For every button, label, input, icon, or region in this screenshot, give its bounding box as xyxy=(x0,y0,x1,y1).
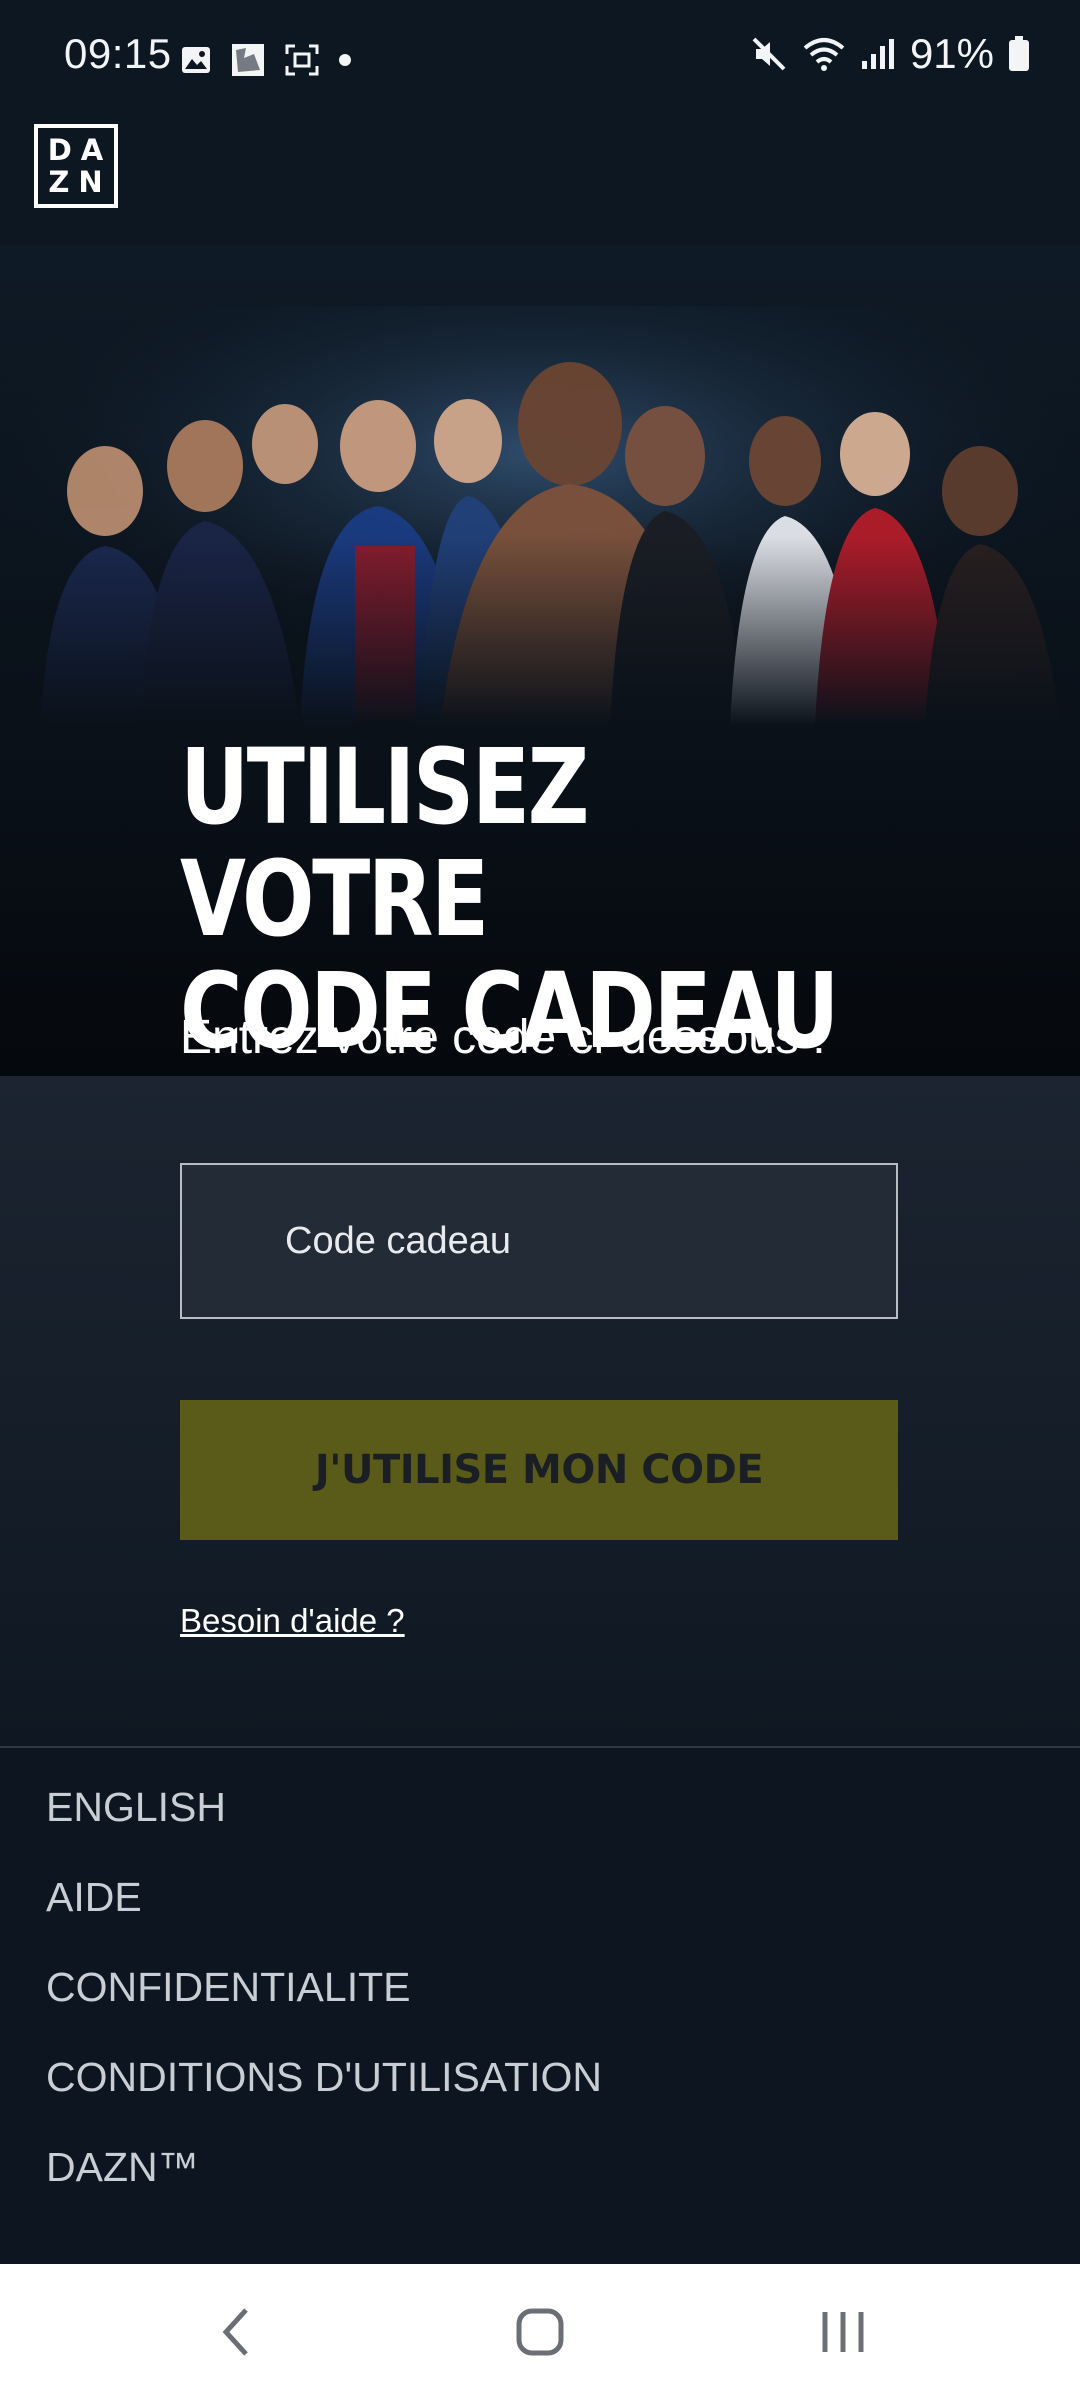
redeem-code-button[interactable]: J'UTILISE MON CODE xyxy=(180,1400,898,1540)
signal-icon xyxy=(861,39,894,69)
recents-icon xyxy=(822,2312,864,2352)
status-notification-icons xyxy=(180,40,352,80)
gift-code-form: J'UTILISE MON CODE Besoin d'aide ? xyxy=(0,1076,1080,1746)
system-navigation-bar xyxy=(0,2264,1080,2400)
mute-icon xyxy=(752,37,786,71)
app-header: DA ZN xyxy=(0,122,1080,246)
recents-button[interactable] xyxy=(803,2300,883,2364)
image-icon xyxy=(182,47,210,73)
screenshot-icon xyxy=(285,44,319,76)
footer-link-terms[interactable]: CONDITIONS D'UTILISATION xyxy=(46,2054,602,2101)
gallery-icon xyxy=(232,44,264,76)
status-system-icons: 91% xyxy=(750,30,1030,78)
battery-percentage: 91% xyxy=(909,30,994,77)
dazn-logo[interactable]: DA ZN xyxy=(34,124,118,208)
logo-line1: DA xyxy=(47,133,113,167)
battery-icon xyxy=(1009,36,1029,71)
home-icon xyxy=(516,2308,564,2356)
dot-icon xyxy=(339,54,351,66)
footer-link-help[interactable]: AIDE xyxy=(46,1874,142,1921)
athletes-banner-image xyxy=(0,306,1080,726)
wifi-icon xyxy=(803,38,845,71)
status-bar: 09:15 91% xyxy=(0,0,1080,122)
home-button[interactable] xyxy=(500,2300,580,2364)
footer-link-privacy[interactable]: CONFIDENTIALITE xyxy=(46,1964,410,2011)
footer-link-english[interactable]: ENGLISH xyxy=(46,1784,226,1831)
help-link[interactable]: Besoin d'aide ? xyxy=(180,1602,405,1640)
back-icon xyxy=(222,2308,248,2356)
back-button[interactable] xyxy=(196,2300,276,2364)
hero-banner: UTILISEZ VOTRE CODE CADEAU xyxy=(0,246,1080,1076)
gift-code-input[interactable] xyxy=(180,1163,898,1319)
status-time: 09:15 xyxy=(64,30,172,77)
footer-link-dazn[interactable]: DAZN™ xyxy=(46,2144,199,2191)
footer: ENGLISH AIDE CONFIDENTIALITE CONDITIONS … xyxy=(0,1748,1080,2264)
title-line1: UTILISEZ VOTRE xyxy=(180,726,590,960)
logo-line2: ZN xyxy=(48,165,112,199)
page-subtitle: Entrez votre code ci-dessous : xyxy=(180,1011,826,1064)
